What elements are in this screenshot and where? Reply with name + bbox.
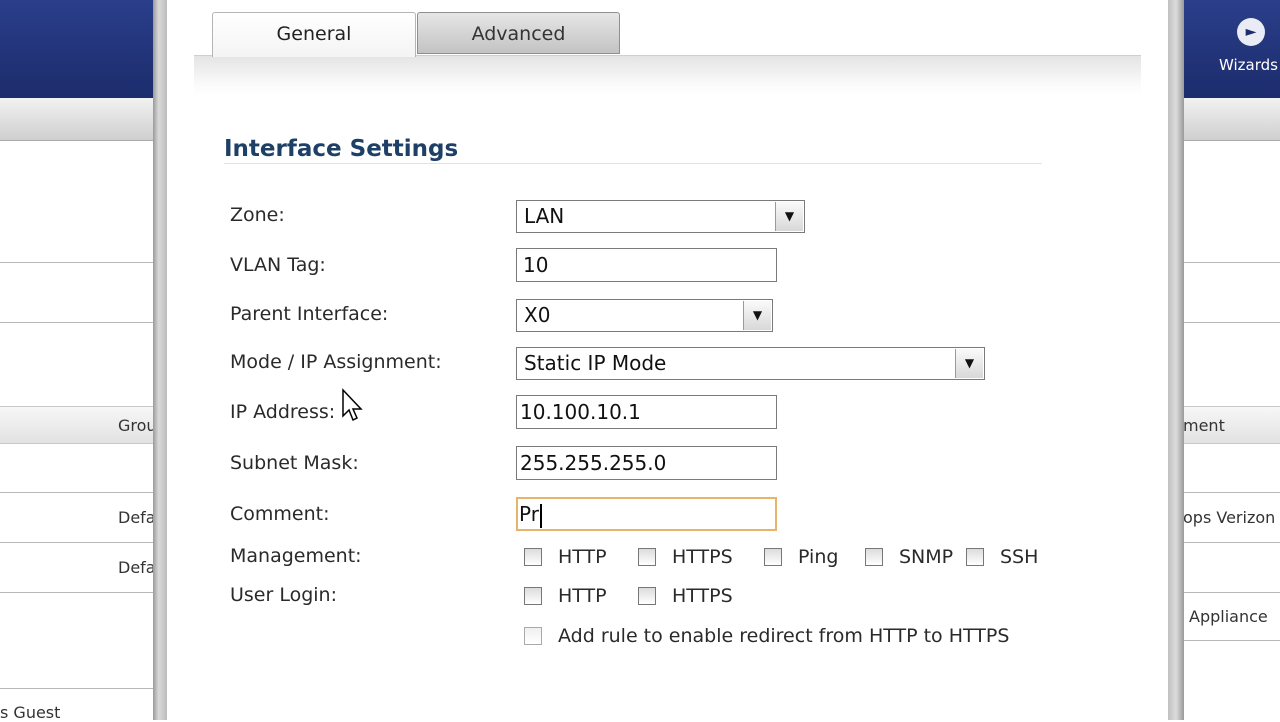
parent-interface-label: Parent Interface: (230, 303, 389, 325)
toolbar-bar (0, 98, 160, 141)
management-https-checkbox[interactable] (638, 548, 656, 566)
mode-label: Mode / IP Assignment: (230, 351, 442, 373)
divider (0, 542, 160, 543)
divider (0, 492, 160, 493)
section-divider (224, 163, 1042, 164)
parent-interface-value: X0 (524, 303, 551, 327)
user-login-label: User Login: (230, 584, 338, 606)
wizards-label[interactable]: Wizards (1219, 56, 1278, 74)
checkbox-label: HTTPS (672, 546, 733, 568)
subnet-mask-label: Subnet Mask: (230, 452, 359, 474)
dialog-frame-right (1168, 0, 1184, 720)
tab-general[interactable]: General (212, 12, 416, 57)
column-header-text: Grou (118, 416, 157, 435)
user-login-options: HTTP HTTPS (524, 585, 764, 613)
comment-input[interactable]: Pr (516, 497, 777, 531)
toolbar-bar (1175, 98, 1280, 141)
wizards-icon[interactable]: ► (1237, 18, 1265, 46)
parent-interface-select[interactable]: X0 ▼ (516, 299, 773, 332)
checkbox-label: HTTP (558, 546, 607, 568)
checkbox-label: SNMP (899, 546, 954, 568)
mode-select[interactable]: Static IP Mode ▼ (516, 347, 985, 380)
divider (1175, 592, 1280, 593)
management-options: HTTP HTTPS Ping SNMP SSH (524, 546, 1044, 574)
checkbox-label: SSH (1000, 546, 1039, 568)
redirect-option: Add rule to enable redirect from HTTP to… (524, 625, 1044, 653)
dialog-frame-left (153, 0, 167, 720)
divider (0, 322, 160, 323)
tab-advanced[interactable]: Advanced (417, 12, 620, 54)
chevron-down-icon[interactable]: ▼ (775, 202, 803, 231)
zone-label: Zone: (230, 204, 285, 226)
ip-address-label: IP Address: (230, 401, 336, 423)
table-cell: Appliance (1189, 607, 1268, 626)
header-bar (0, 0, 160, 98)
management-ssh-checkbox[interactable] (966, 548, 984, 566)
divider (1175, 542, 1280, 543)
comment-label: Comment: (230, 503, 330, 525)
management-ping-checkbox[interactable] (764, 548, 782, 566)
checkbox-label: HTTP (558, 585, 607, 607)
table-cell: ops Verizon I (1183, 508, 1280, 527)
divider (1175, 322, 1280, 323)
table-cell: Defa (118, 508, 156, 527)
divider (1175, 492, 1280, 493)
section-title: Interface Settings (224, 136, 459, 162)
chevron-down-icon[interactable]: ▼ (743, 301, 771, 330)
column-header-text: ment (1183, 416, 1225, 435)
management-label: Management: (230, 545, 362, 567)
header-bar: ► Wizards (1175, 0, 1280, 98)
ip-address-input[interactable]: 10.100.10.1 (516, 395, 777, 429)
checkbox-label: HTTPS (672, 585, 733, 607)
zone-value: LAN (524, 204, 565, 228)
table-cell: s Guest (0, 703, 61, 722)
user-login-http-checkbox[interactable] (524, 587, 542, 605)
tab-strip (194, 55, 1141, 96)
divider (1175, 262, 1280, 263)
divider (0, 262, 160, 263)
user-login-https-checkbox[interactable] (638, 587, 656, 605)
vlan-tag-input[interactable]: 10 (516, 248, 777, 282)
subnet-mask-input[interactable]: 255.255.255.0 (516, 446, 777, 480)
redirect-checkbox[interactable] (524, 627, 542, 645)
mode-value: Static IP Mode (524, 351, 667, 375)
interface-settings-dialog: General Advanced Interface Settings Zone… (167, 0, 1168, 720)
table-cell: Defa (118, 558, 156, 577)
divider (0, 592, 160, 593)
checkbox-label: Add rule to enable redirect from HTTP to… (558, 625, 1010, 647)
comment-value: Pr (519, 502, 539, 526)
text-caret (539, 503, 542, 528)
divider (0, 688, 160, 689)
background-app-left: Grou Defa Defa s Guest (0, 0, 160, 722)
management-http-checkbox[interactable] (524, 548, 542, 566)
divider (1175, 640, 1280, 641)
management-snmp-checkbox[interactable] (865, 548, 883, 566)
zone-select[interactable]: LAN ▼ (516, 200, 805, 233)
vlan-tag-label: VLAN Tag: (230, 254, 326, 276)
background-app-right: ► Wizards ment ops Verizon I Appliance (1175, 0, 1280, 720)
mouse-pointer-icon (342, 388, 363, 422)
chevron-down-icon[interactable]: ▼ (955, 349, 983, 378)
checkbox-label: Ping (798, 546, 839, 568)
